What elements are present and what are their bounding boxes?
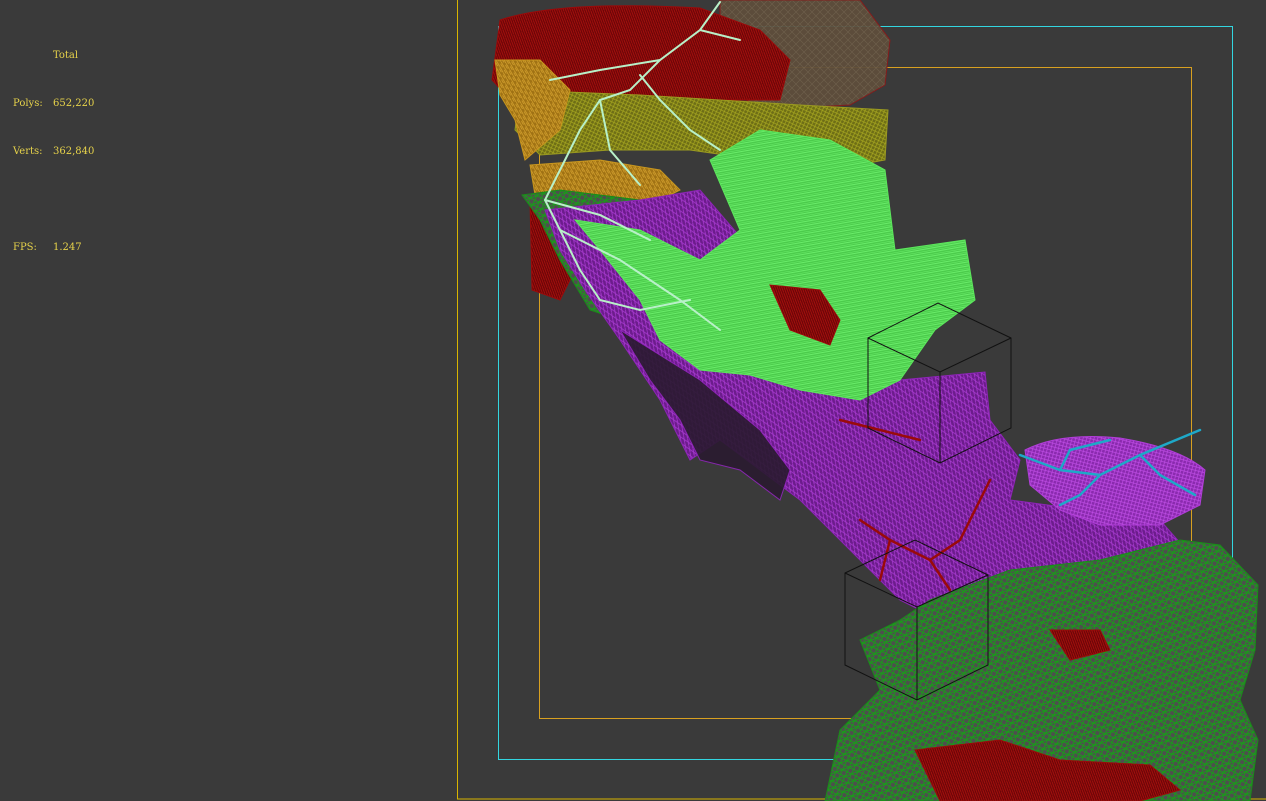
- scene-render[interactable]: [0, 0, 1266, 801]
- 3d-viewport[interactable]: Total Polys: 652,220 Verts: 362,840 FPS: 1.…: [0, 0, 1266, 801]
